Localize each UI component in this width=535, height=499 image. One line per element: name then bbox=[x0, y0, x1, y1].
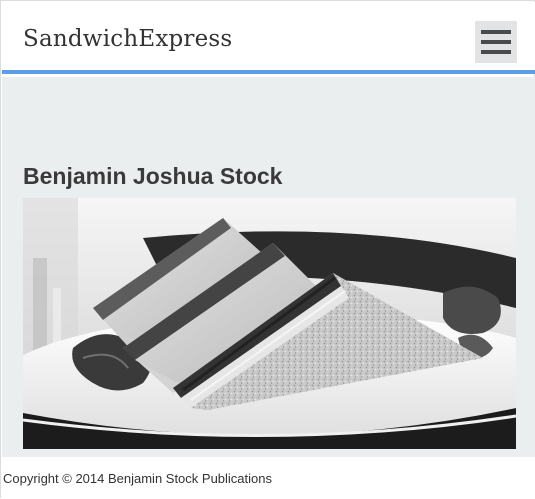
site-footer: Copyright © 2014 Benjamin Stock Publicat… bbox=[1, 457, 535, 499]
main-content: Benjamin Joshua Stock bbox=[2, 77, 535, 457]
hamburger-menu-icon[interactable] bbox=[475, 21, 517, 63]
site-header: SandwichExpress bbox=[2, 2, 535, 74]
copyright-text: Copyright © 2014 Benjamin Stock Publicat… bbox=[3, 471, 273, 486]
page-title: Benjamin Joshua Stock bbox=[23, 163, 283, 189]
menu-bar bbox=[481, 50, 511, 54]
sandwich-photo bbox=[23, 198, 516, 449]
site-brand[interactable]: SandwichExpress bbox=[23, 26, 232, 52]
page-frame: SandwichExpress Benjamin Joshua Stock Co… bbox=[0, 0, 535, 499]
menu-bar bbox=[481, 40, 511, 44]
menu-bar bbox=[481, 30, 511, 34]
